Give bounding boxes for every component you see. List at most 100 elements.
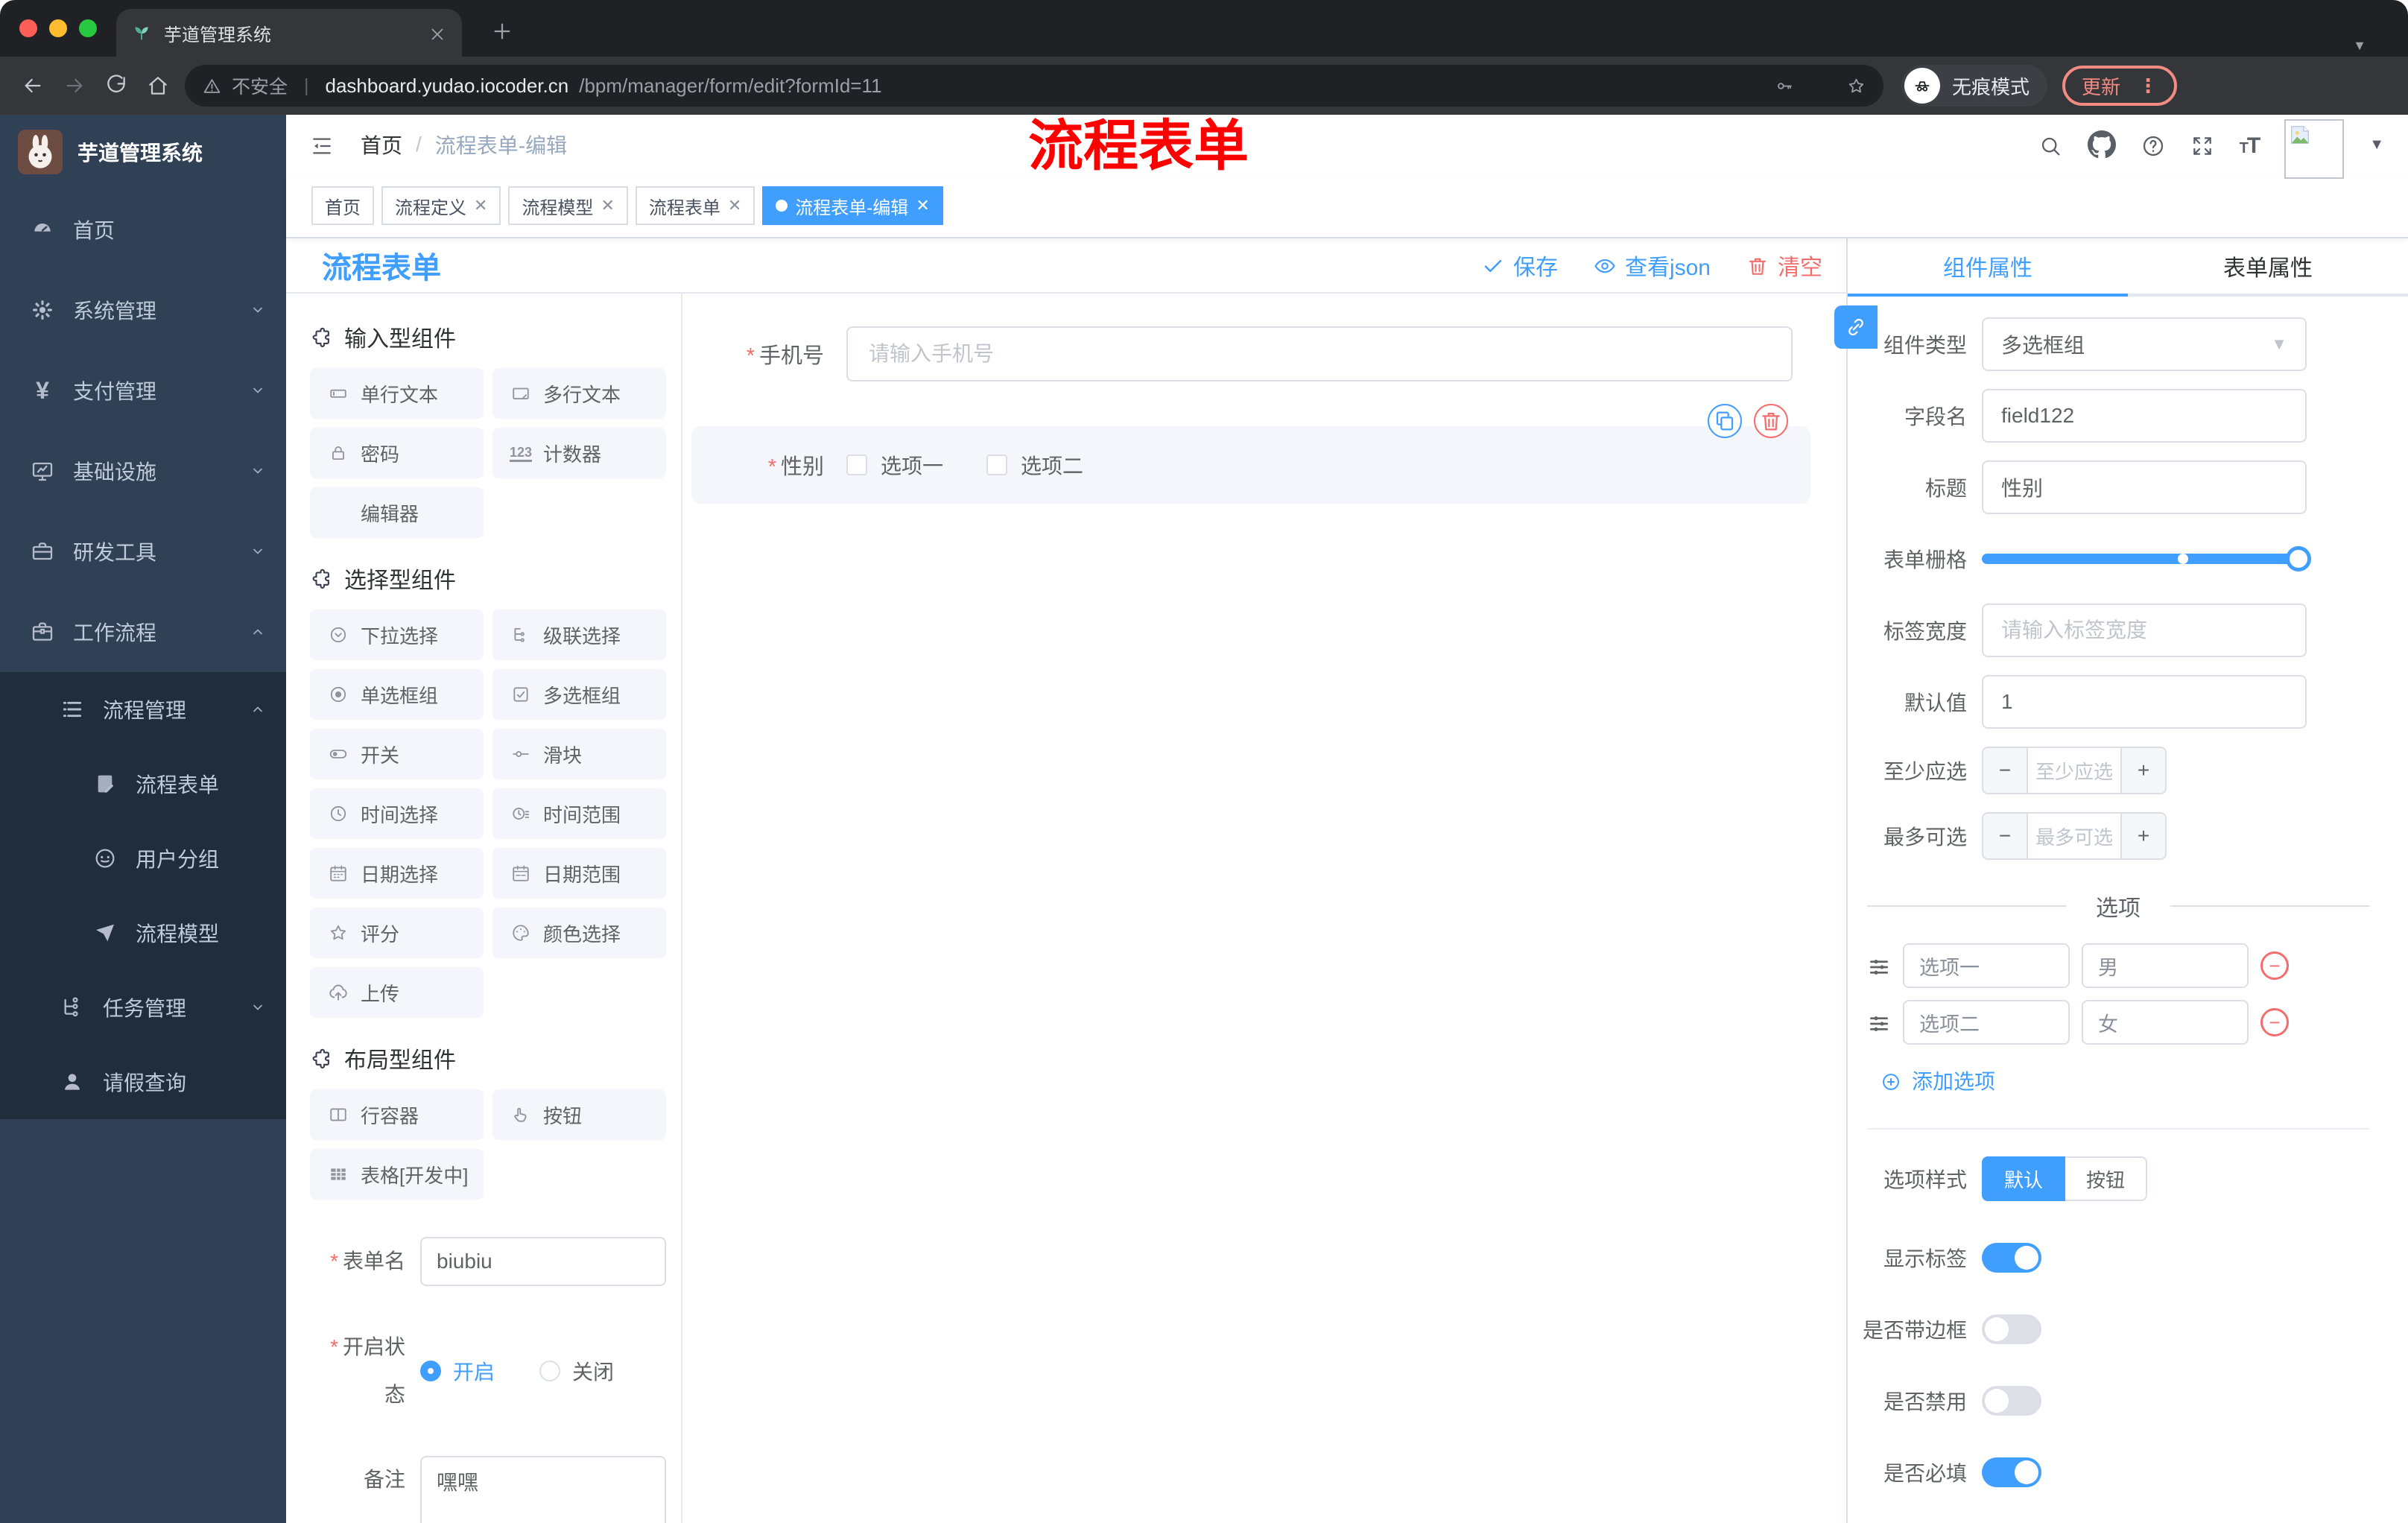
breadcrumb-home[interactable]: 首页	[361, 130, 402, 159]
sidebar-item-process-model[interactable]: 流程模型	[0, 896, 286, 970]
canvas-field-gender-selected[interactable]: * 性别 选项一 选项二	[691, 426, 1810, 504]
sidebar-logo[interactable]: 芋道管理系统	[0, 115, 286, 189]
reload-icon[interactable]	[95, 65, 137, 107]
option-value-input-2[interactable]	[2082, 1000, 2249, 1045]
clear-button[interactable]: 清空	[1746, 249, 1822, 282]
slider-handle[interactable]	[2286, 546, 2311, 571]
gender-option2-checkbox[interactable]	[986, 455, 1008, 475]
github-icon[interactable]	[2087, 130, 2116, 159]
option-label-input-1[interactable]	[1903, 943, 2070, 988]
toggle-show-label[interactable]	[1982, 1243, 2041, 1273]
component-date-range[interactable]: 日期范围	[492, 848, 666, 899]
sidebar-item-dev-tools[interactable]: 研发工具	[0, 511, 286, 592]
component-row-container[interactable]: 行容器	[310, 1089, 484, 1140]
save-button[interactable]: 保存	[1482, 249, 1558, 282]
option-label-input-2[interactable]	[1903, 1000, 2070, 1045]
style-button-button[interactable]: 按钮	[2065, 1156, 2148, 1201]
close-icon[interactable]: ✕	[728, 196, 741, 215]
form-canvas[interactable]: *手机号 *性别	[682, 294, 1846, 1523]
component-color-picker[interactable]: 颜色选择	[492, 908, 666, 958]
toggle-required[interactable]	[1982, 1457, 2041, 1487]
component-counter[interactable]: 123 计数器	[492, 428, 666, 478]
field-name-input[interactable]	[1982, 389, 2307, 443]
zoom-window-button[interactable]	[79, 19, 97, 37]
max-select-value[interactable]: 最多可选	[2028, 814, 2120, 858]
component-date-picker[interactable]: 日期选择	[310, 848, 484, 899]
status-radio-open[interactable]: 开启	[420, 1356, 495, 1386]
view-tab-process-form-edit[interactable]: 流程表单-编辑 ✕	[762, 186, 943, 225]
remove-option-button[interactable]: −	[2260, 1008, 2289, 1036]
help-icon[interactable]	[2141, 131, 2165, 159]
tab-close-icon[interactable]	[428, 22, 447, 45]
add-option-button[interactable]: 添加选项	[1881, 1066, 2408, 1095]
component-select[interactable]: 下拉选择	[310, 609, 484, 660]
form-name-input[interactable]	[420, 1237, 666, 1286]
close-icon[interactable]: ✕	[916, 196, 929, 215]
component-upload[interactable]: 上传	[310, 967, 484, 1018]
duplicate-field-button[interactable]	[1708, 404, 1742, 438]
delete-field-button[interactable]	[1754, 404, 1788, 438]
component-time-range[interactable]: 时间范围	[492, 788, 666, 839]
component-password[interactable]: 密码	[310, 428, 484, 478]
view-tab-process-definition[interactable]: 流程定义 ✕	[381, 186, 501, 225]
form-remark-textarea[interactable]: 嘿嘿	[420, 1456, 666, 1523]
sidebar-item-user-group[interactable]: 用户分组	[0, 821, 286, 896]
component-editor[interactable]: 编辑器	[310, 487, 484, 538]
canvas-field-phone[interactable]: * 手机号	[682, 326, 1846, 381]
style-default-button[interactable]: 默认	[1982, 1156, 2066, 1201]
browser-menu-icon[interactable]: ⋮	[2138, 75, 2158, 98]
new-tab-button[interactable]	[483, 12, 522, 51]
title-input[interactable]	[1982, 460, 2307, 514]
drag-handle-icon[interactable]	[1867, 952, 1891, 980]
sidebar-item-task-management[interactable]: 任务管理	[0, 970, 286, 1045]
stepper-increase-button[interactable]: +	[2120, 814, 2165, 858]
component-radio-group[interactable]: 单选框组	[310, 669, 484, 720]
chrome-caret-icon[interactable]: ▼	[2353, 38, 2366, 54]
forward-icon[interactable]	[54, 65, 95, 107]
avatar-caret-icon[interactable]: ▼	[2369, 136, 2384, 153]
status-radio-closed[interactable]: 关闭	[539, 1356, 614, 1386]
browser-update-button[interactable]: 更新 ⋮	[2062, 66, 2178, 106]
font-size-icon[interactable]: TT	[2240, 131, 2261, 159]
browser-tab[interactable]: 芋道管理系统	[116, 9, 462, 57]
toggle-disabled[interactable]	[1982, 1386, 2041, 1416]
component-cascader[interactable]: 级联选择	[492, 609, 666, 660]
close-icon[interactable]: ✕	[601, 196, 614, 215]
toggle-with-border[interactable]	[1982, 1314, 2041, 1344]
sidebar-item-infrastructure[interactable]: 基础设施	[0, 431, 286, 511]
stepper-decrease-button[interactable]: −	[1983, 748, 2028, 793]
component-time-picker[interactable]: 时间选择	[310, 788, 484, 839]
tab-component-props[interactable]: 组件属性	[1848, 238, 2128, 297]
stepper-decrease-button[interactable]: −	[1983, 814, 2028, 858]
bookmark-star-icon[interactable]	[1847, 75, 1866, 97]
close-window-button[interactable]	[19, 19, 37, 37]
view-tab-process-form[interactable]: 流程表单 ✕	[635, 186, 755, 225]
search-icon[interactable]	[2038, 131, 2062, 159]
component-slider[interactable]: 滑块	[492, 729, 666, 779]
component-rate[interactable]: 评分	[310, 908, 484, 958]
sidebar-item-process-form[interactable]: 流程表单	[0, 747, 286, 821]
sidebar-item-process-management[interactable]: 流程管理	[0, 672, 286, 747]
component-type-select[interactable]: 多选框组 ▼	[1982, 317, 2307, 371]
phone-field-input[interactable]	[846, 326, 1793, 381]
sidebar-toggle-icon[interactable]	[310, 131, 334, 159]
remove-option-button[interactable]: −	[2260, 952, 2289, 980]
min-select-value[interactable]: 至少应选	[2028, 748, 2120, 793]
close-icon[interactable]: ✕	[474, 196, 487, 215]
tab-form-props[interactable]: 表单属性	[2128, 238, 2408, 294]
selected-field-link-tag[interactable]	[1834, 305, 1878, 349]
home-icon[interactable]	[137, 65, 179, 107]
stepper-increase-button[interactable]: +	[2120, 748, 2165, 793]
drag-handle-icon[interactable]	[1867, 1009, 1891, 1036]
component-button[interactable]: 按钮	[492, 1089, 666, 1140]
option-value-input-1[interactable]	[2082, 943, 2249, 988]
view-json-button[interactable]: 查看json	[1594, 249, 1711, 282]
grid-slider[interactable]	[1982, 532, 2311, 586]
address-bar[interactable]: 不安全 | dashboard.yudao.iocoder.cn/bpm/man…	[185, 65, 1883, 107]
component-table[interactable]: 表格[开发中]	[310, 1149, 484, 1200]
minimize-window-button[interactable]	[49, 19, 67, 37]
component-switch[interactable]: 开关	[310, 729, 484, 779]
sidebar-item-home[interactable]: 首页	[0, 189, 286, 270]
gender-option1-checkbox[interactable]	[846, 455, 867, 475]
sidebar-item-leave-query[interactable]: 请假查询	[0, 1045, 286, 1119]
